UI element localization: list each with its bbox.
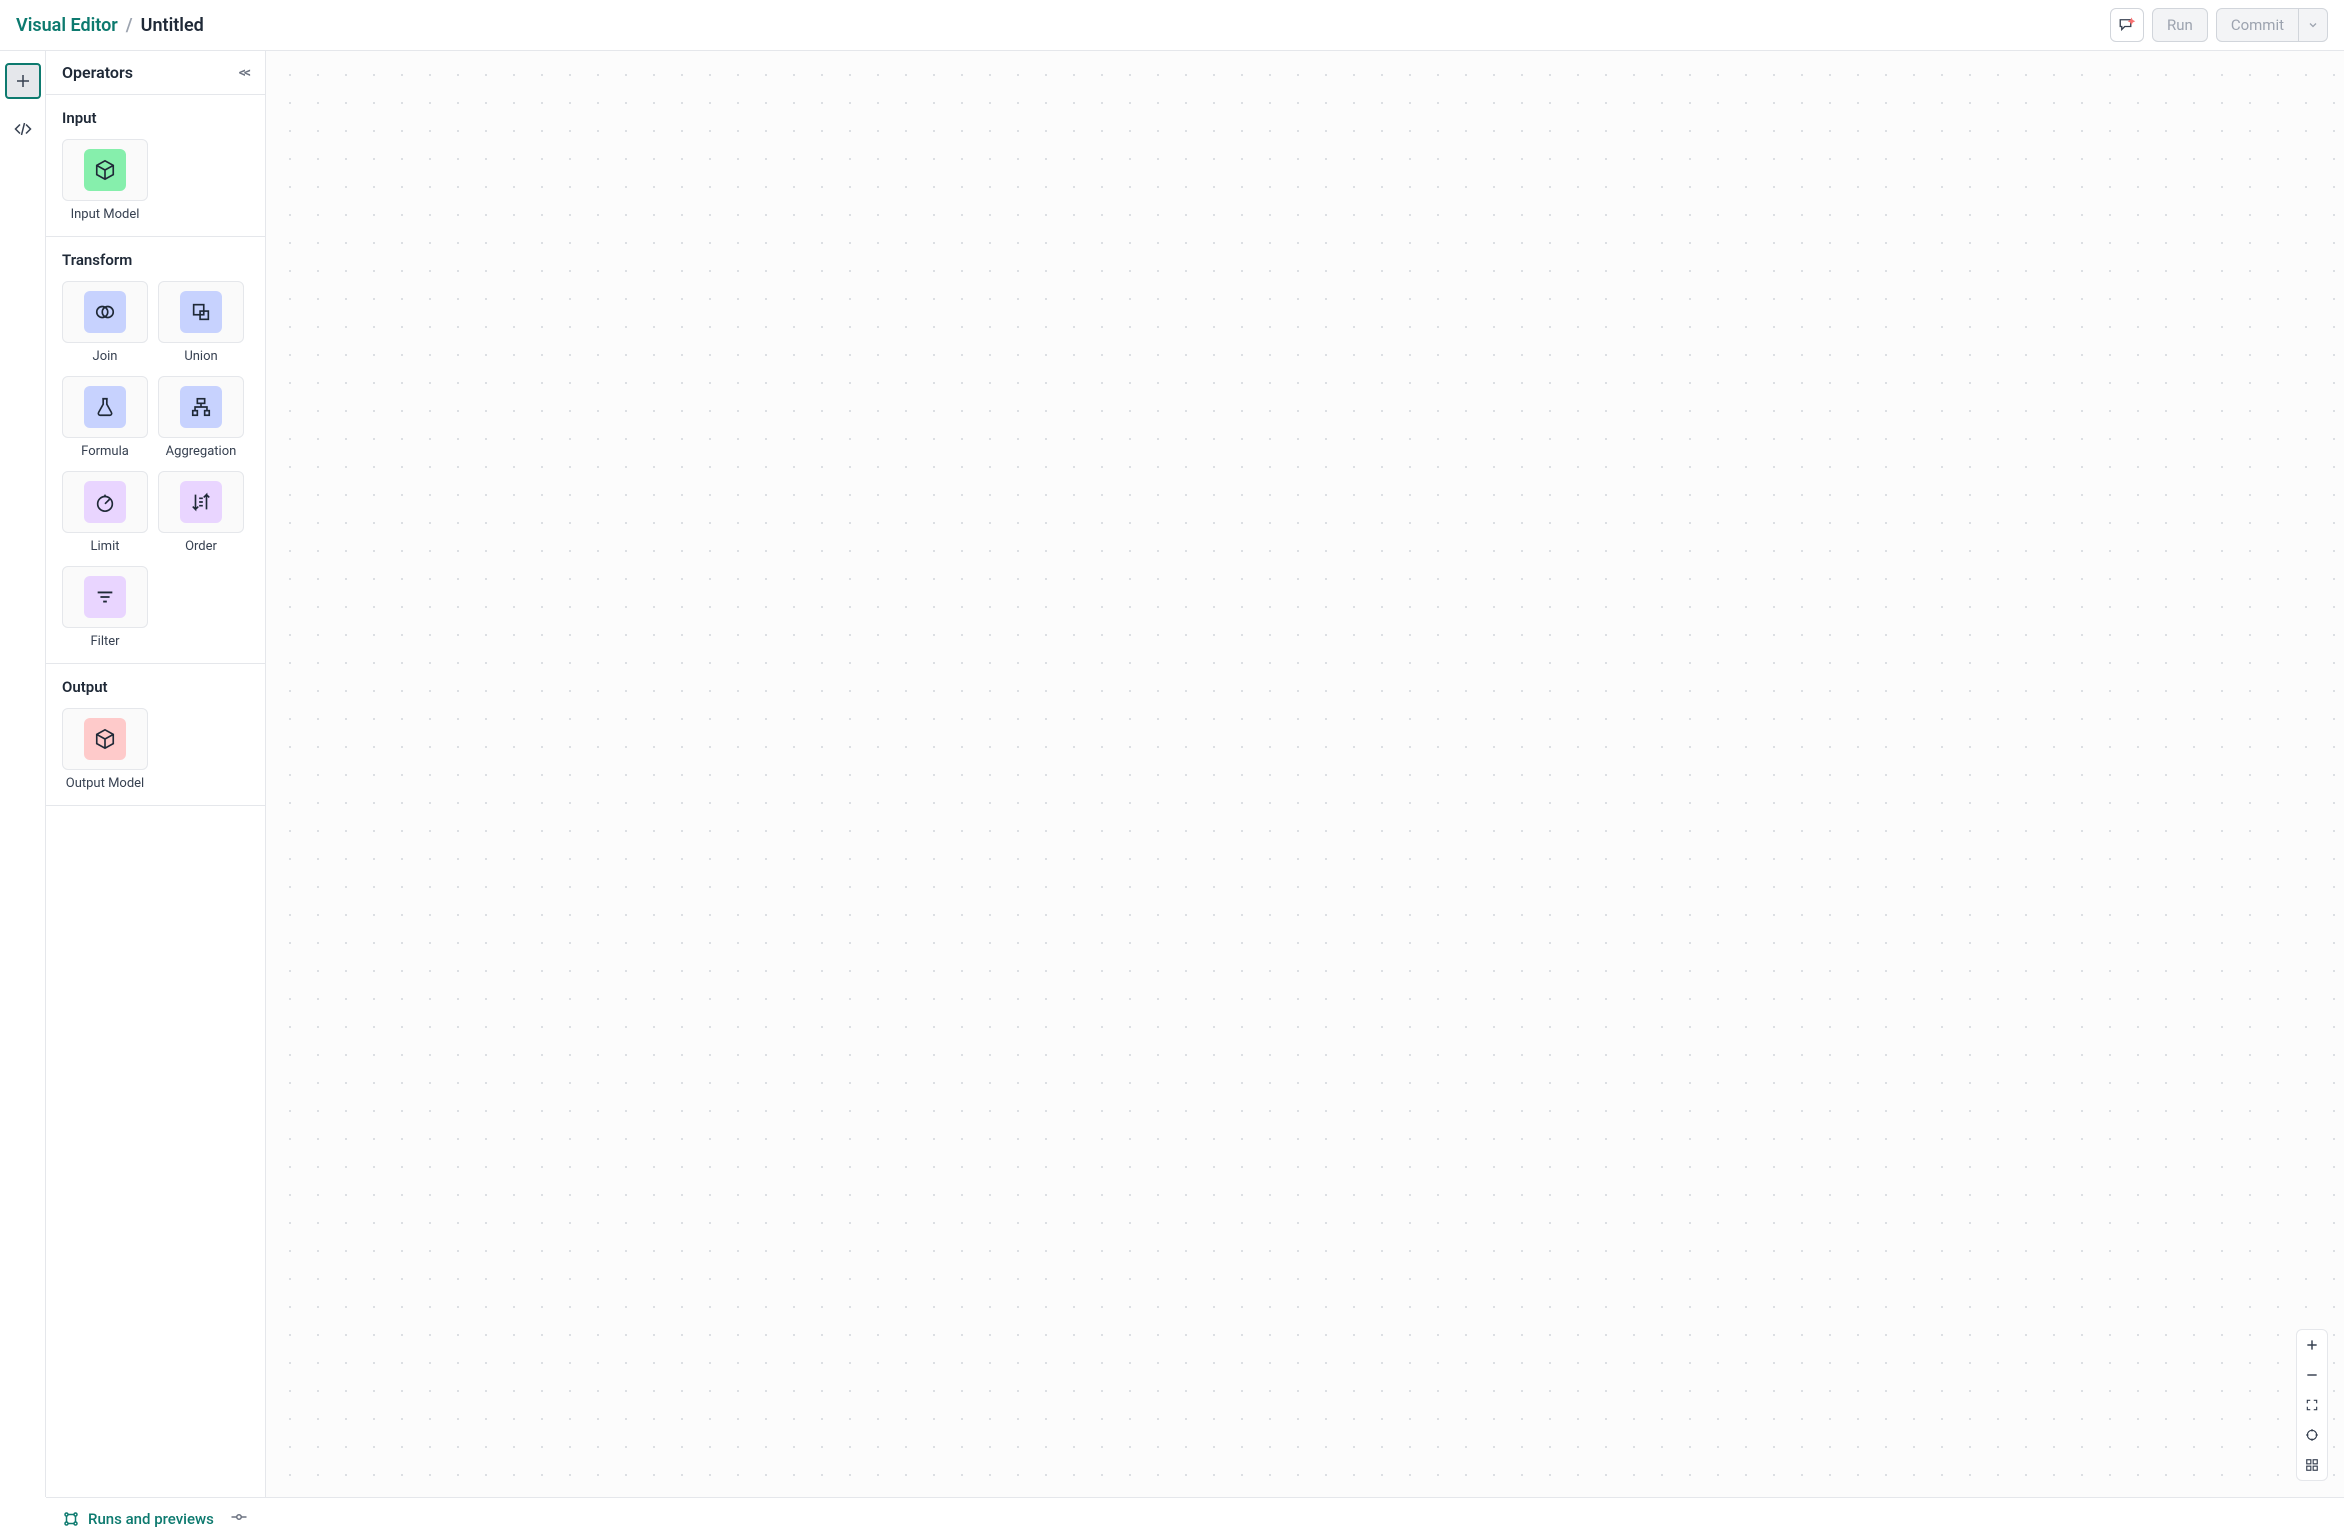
operator-label: Output Model xyxy=(66,776,144,791)
operator-aggregation[interactable]: Aggregation xyxy=(158,376,244,459)
sidebar-header: Operators << xyxy=(46,51,265,95)
zoom-in-button[interactable] xyxy=(2297,1330,2327,1360)
operator-limit[interactable]: Limit xyxy=(62,471,148,554)
commit-button[interactable]: Commit xyxy=(2216,8,2299,42)
crosshair-icon xyxy=(2305,1428,2319,1442)
operator-label: Aggregation xyxy=(166,444,237,459)
operator-label: Join xyxy=(93,349,118,364)
operator-label: Union xyxy=(184,349,217,364)
group-transform-title: Transform xyxy=(62,251,249,269)
breadcrumb: Visual Editor / Untitled xyxy=(16,15,204,36)
commit-dropdown-button[interactable] xyxy=(2299,8,2328,42)
venn-icon xyxy=(94,301,116,323)
code-icon xyxy=(14,120,32,138)
hierarchy-icon xyxy=(190,396,212,418)
center-button[interactable] xyxy=(2297,1420,2327,1450)
grid-layout-button[interactable] xyxy=(2297,1450,2327,1480)
group-output-title: Output xyxy=(62,678,249,696)
operator-union[interactable]: Union xyxy=(158,281,244,364)
main-area: Operators << Input Input Model Transform xyxy=(0,51,2344,1497)
left-rail xyxy=(0,51,46,1497)
breadcrumb-current: Untitled xyxy=(141,15,204,36)
plus-icon xyxy=(14,72,32,90)
runs-previews-tab[interactable]: Runs and previews xyxy=(62,1510,214,1528)
collapse-sidebar-button[interactable]: << xyxy=(239,65,249,81)
breadcrumb-separator: / xyxy=(126,15,133,36)
sort-icon xyxy=(190,491,212,513)
canvas-controls xyxy=(2296,1329,2328,1481)
filter-lines-icon xyxy=(94,586,116,608)
operator-input-model[interactable]: Input Model xyxy=(62,139,148,222)
union-shapes-icon xyxy=(190,301,212,323)
fit-screen-button[interactable] xyxy=(2297,1390,2327,1420)
footer-bar: Runs and previews xyxy=(46,1497,2344,1540)
group-transform: Transform Join Union xyxy=(46,237,265,664)
code-view-button[interactable] xyxy=(5,111,41,147)
add-operator-button[interactable] xyxy=(5,63,41,99)
chevron-down-icon xyxy=(2307,19,2319,31)
cube-icon xyxy=(94,728,116,750)
header-actions: Run Commit xyxy=(2110,8,2328,42)
run-button[interactable]: Run xyxy=(2152,8,2208,42)
expand-icon xyxy=(2305,1398,2319,1412)
flask-icon xyxy=(94,396,116,418)
git-commit-icon xyxy=(230,1508,248,1526)
git-branch-button[interactable] xyxy=(230,1508,248,1530)
grid-icon xyxy=(2305,1458,2319,1472)
canvas[interactable] xyxy=(266,51,2344,1497)
breadcrumb-root[interactable]: Visual Editor xyxy=(16,15,118,36)
operator-label: Limit xyxy=(91,539,120,554)
operator-output-model[interactable]: Output Model xyxy=(62,708,148,791)
operator-order[interactable]: Order xyxy=(158,471,244,554)
operator-label: Filter xyxy=(90,634,119,649)
ai-assist-button[interactable] xyxy=(2110,8,2144,42)
commit-button-group: Commit xyxy=(2216,8,2328,42)
operator-filter[interactable]: Filter xyxy=(62,566,148,649)
zoom-out-button[interactable] xyxy=(2297,1360,2327,1390)
group-input: Input Input Model xyxy=(46,95,265,237)
runs-icon xyxy=(62,1510,80,1528)
operator-join[interactable]: Join xyxy=(62,281,148,364)
group-input-title: Input xyxy=(62,109,249,127)
group-output: Output Output Model xyxy=(46,664,265,806)
operators-sidebar: Operators << Input Input Model Transform xyxy=(46,51,266,1497)
header: Visual Editor / Untitled Run Commit xyxy=(0,0,2344,51)
operator-formula[interactable]: Formula xyxy=(62,376,148,459)
sidebar-title: Operators xyxy=(62,63,133,82)
operator-label: Order xyxy=(185,539,217,554)
minus-icon xyxy=(2305,1368,2319,1382)
sparkle-chat-icon xyxy=(2118,16,2136,34)
operator-label: Formula xyxy=(81,444,129,459)
runs-previews-label: Runs and previews xyxy=(88,1510,214,1528)
plus-icon xyxy=(2305,1338,2319,1352)
cube-icon xyxy=(94,159,116,181)
operator-label: Input Model xyxy=(71,207,140,222)
gauge-icon xyxy=(94,491,116,513)
